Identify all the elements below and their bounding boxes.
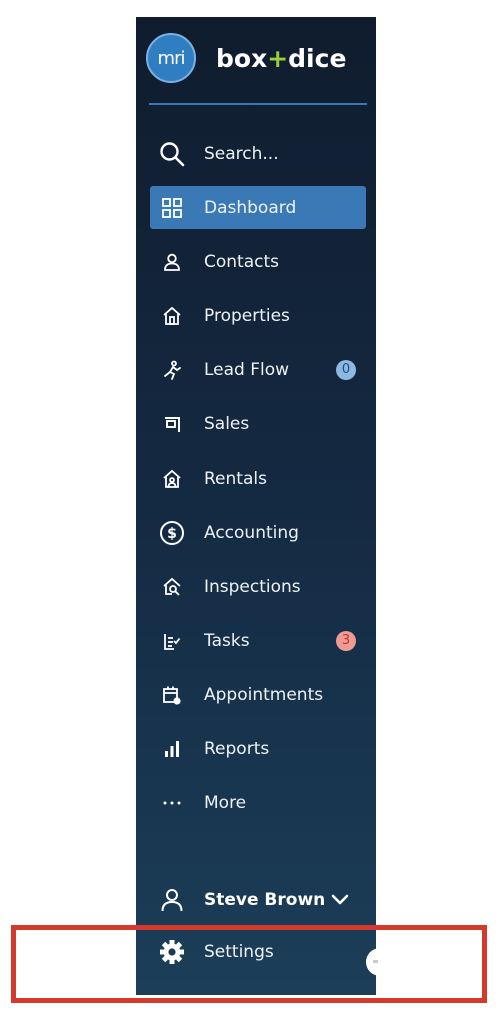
nav-item-sales[interactable]: Sales: [150, 402, 366, 445]
runner-icon: [158, 356, 186, 384]
nav-item-contacts[interactable]: Contacts: [150, 240, 366, 283]
lead-flow-count-badge: 0: [336, 359, 356, 380]
nav-item-reports[interactable]: Reports: [150, 727, 366, 770]
nav-item-more[interactable]: More: [150, 781, 366, 824]
nav-item-label: Appointments: [204, 684, 324, 705]
brand-name-box: box: [216, 43, 268, 73]
house-icon: [158, 302, 186, 330]
settings-item[interactable]: Settings: [150, 931, 366, 973]
nav-item-rentals[interactable]: Rentals: [150, 457, 366, 500]
sidebar: mri box+dice Search... Dashboard Contact…: [136, 17, 376, 995]
tasks-count-badge: 3: [336, 630, 356, 651]
nav-item-properties[interactable]: Properties: [150, 294, 366, 337]
mri-logo: mri: [146, 33, 196, 83]
brand-name-dice: dice: [288, 43, 347, 73]
user-menu[interactable]: Steve Brown: [150, 879, 366, 921]
nav-item-label: Sales: [204, 413, 250, 434]
nav-item-dashboard[interactable]: Dashboard: [150, 186, 366, 229]
bar-chart-icon: [158, 735, 186, 763]
ellipsis-icon: [158, 789, 186, 817]
person-icon: [158, 248, 186, 276]
calendar-icon: [158, 681, 186, 709]
grid-icon: [158, 194, 186, 222]
nav-item-label: Accounting: [204, 522, 299, 543]
search-item[interactable]: Search...: [150, 132, 366, 175]
search-label: Search...: [204, 143, 279, 164]
user-name: Steve Brown: [204, 890, 326, 910]
sidebar-collapse-handle[interactable]: [366, 948, 394, 976]
nav-item-label: Inspections: [204, 576, 301, 597]
brand-logo[interactable]: mri box+dice: [146, 31, 346, 85]
nav-item-inspections[interactable]: Inspections: [150, 565, 366, 608]
nav-item-label: Dashboard: [204, 197, 297, 218]
nav-item-appointments[interactable]: Appointments: [150, 673, 366, 716]
checklist-icon: [158, 627, 186, 655]
nav-item-label: More: [204, 792, 247, 813]
house-search-icon: [158, 573, 186, 601]
nav-item-label: Rentals: [204, 468, 267, 489]
chevron-down-icon[interactable]: [328, 889, 352, 911]
nav-item-lead-flow[interactable]: Lead Flow 0: [150, 348, 366, 391]
nav-item-label: Lead Flow: [204, 359, 290, 380]
nav-item-tasks[interactable]: Tasks 3: [150, 619, 366, 662]
nav-item-label: Contacts: [204, 251, 279, 272]
search-icon: [158, 140, 186, 168]
nav-item-accounting[interactable]: $ Accounting: [150, 511, 366, 554]
svg-text:$: $: [167, 526, 177, 542]
house-people-icon: [158, 465, 186, 493]
brand-name-plus: +: [267, 43, 289, 73]
dollar-circle-icon: $: [158, 519, 186, 547]
settings-label: Settings: [204, 942, 274, 962]
nav-item-label: Reports: [204, 738, 270, 759]
nav-item-label: Properties: [204, 305, 290, 326]
mri-logo-text: mri: [157, 47, 186, 69]
sign-icon: [158, 410, 186, 438]
brand-name: box+dice: [216, 44, 346, 73]
gear-icon: [158, 938, 186, 966]
user-icon: [158, 886, 186, 914]
header-divider: [149, 103, 367, 105]
nav-item-label: Tasks: [204, 630, 250, 651]
